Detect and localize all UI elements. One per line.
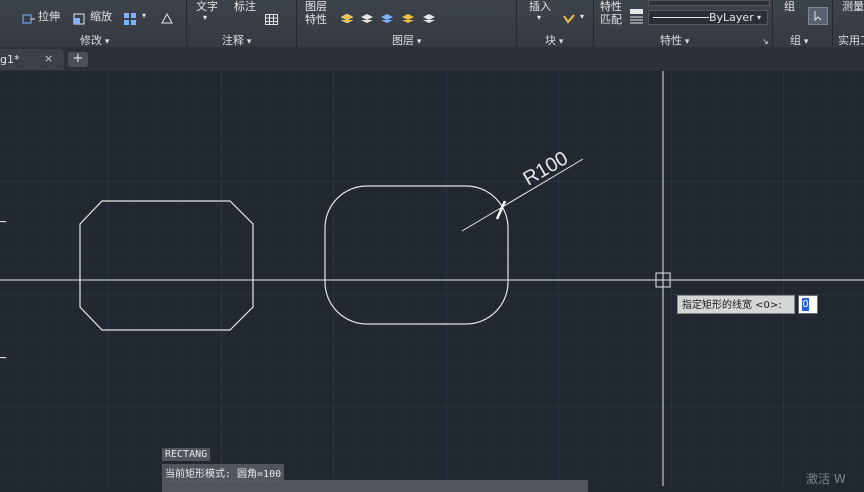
array-icon[interactable] bbox=[124, 10, 138, 25]
cursor-select-icon bbox=[814, 11, 822, 22]
group-select-button[interactable] bbox=[808, 7, 828, 25]
group-button[interactable]: 组 bbox=[784, 0, 795, 13]
text-dropdown-icon[interactable]: ▾ bbox=[203, 11, 207, 24]
layer-properties-button[interactable]: 图层 bbox=[305, 0, 327, 13]
activation-watermark: 激活 W bbox=[806, 472, 846, 486]
block-edit-icon[interactable] bbox=[562, 10, 576, 24]
linetype-dropdown[interactable] bbox=[648, 0, 770, 6]
lineweight-value: ByLayer bbox=[709, 11, 754, 24]
command-history-line: 当前矩形模式: 圆角=100 bbox=[162, 464, 285, 481]
drawing-canvas[interactable]: R100 ⌐ ⌐ bbox=[0, 71, 864, 486]
viewcube-edge-icon: ⌐ bbox=[0, 351, 8, 367]
array-dropdown-icon[interactable]: ▾ bbox=[142, 9, 146, 22]
dynamic-input-prompt: 指定矩形的线宽 <0>: bbox=[677, 295, 795, 314]
annotate-panel-label[interactable]: 注释 bbox=[222, 32, 251, 48]
insert-dropdown-icon[interactable]: ▾ bbox=[537, 11, 541, 24]
utilities-panel-label[interactable]: 实用工 bbox=[838, 32, 864, 48]
command-history-line: RECTANG bbox=[162, 448, 211, 461]
panel-divider bbox=[832, 0, 833, 47]
layer-isolate-icon[interactable] bbox=[360, 9, 374, 23]
drawing-tab-label[interactable]: g1* bbox=[0, 53, 19, 66]
lineweight-icon bbox=[630, 12, 644, 24]
command-line-input[interactable] bbox=[162, 480, 588, 492]
model-space[interactable]: R100 bbox=[0, 71, 864, 486]
block-panel-label[interactable]: 块 bbox=[545, 32, 563, 48]
close-tab-icon[interactable]: × bbox=[44, 52, 53, 65]
measure-button[interactable]: 测量 bbox=[842, 0, 864, 13]
dynamic-input-field[interactable]: 0 bbox=[798, 295, 818, 314]
layer-state-icon[interactable] bbox=[340, 9, 354, 24]
color-swatch-icon bbox=[630, 0, 644, 14]
layer-match-icon[interactable] bbox=[422, 9, 436, 23]
properties-panel-label[interactable]: 特性 bbox=[660, 32, 689, 48]
groups-panel-label[interactable]: 组 bbox=[790, 32, 808, 48]
lineweight-dropdown[interactable]: ByLayer ▾ bbox=[648, 10, 768, 25]
table-icon[interactable] bbox=[265, 11, 279, 25]
panel-divider bbox=[186, 0, 187, 47]
ribbon: 拉伸 缩放 ▾ 修改 文字 标注 ▾ 注释 图层 特性 图层 插入 ▾ ▾ 块 … bbox=[0, 0, 864, 48]
grid bbox=[0, 71, 864, 486]
block-dropdown-icon[interactable]: ▾ bbox=[580, 10, 584, 23]
stretch-icon bbox=[22, 10, 36, 24]
panel-divider bbox=[296, 0, 297, 47]
offset-icon[interactable] bbox=[160, 9, 174, 24]
layer-lock-icon[interactable] bbox=[401, 9, 415, 23]
panel-divider bbox=[772, 0, 773, 47]
panel-divider bbox=[593, 0, 594, 47]
modify-panel-label[interactable]: 修改 bbox=[80, 32, 109, 48]
layer-freeze-icon[interactable] bbox=[380, 9, 394, 23]
panel-divider bbox=[516, 0, 517, 47]
layers-panel-label[interactable]: 图层 bbox=[392, 32, 421, 48]
match-properties-button[interactable]: 特性 bbox=[600, 0, 622, 13]
lineweight-sample bbox=[653, 17, 709, 18]
viewcube-edge-icon: ⌐ bbox=[0, 215, 8, 231]
lineweight-dropdown-icon[interactable]: ▾ bbox=[757, 11, 761, 24]
new-tab-button[interactable]: + bbox=[68, 52, 88, 67]
layer-properties-button-line2[interactable]: 特性 bbox=[305, 13, 327, 26]
drawing-tab[interactable]: g1* × bbox=[0, 49, 64, 70]
dynamic-input-value[interactable]: 0 bbox=[802, 298, 809, 311]
scale-button[interactable]: 缩放 bbox=[90, 10, 112, 23]
match-properties-button-line2[interactable]: 匹配 bbox=[600, 13, 622, 26]
stretch-button[interactable]: 拉伸 bbox=[38, 10, 60, 23]
dimension-button[interactable]: 标注 bbox=[234, 0, 256, 13]
scale-icon bbox=[73, 10, 87, 25]
file-tab-bar: g1* × + bbox=[0, 47, 864, 71]
